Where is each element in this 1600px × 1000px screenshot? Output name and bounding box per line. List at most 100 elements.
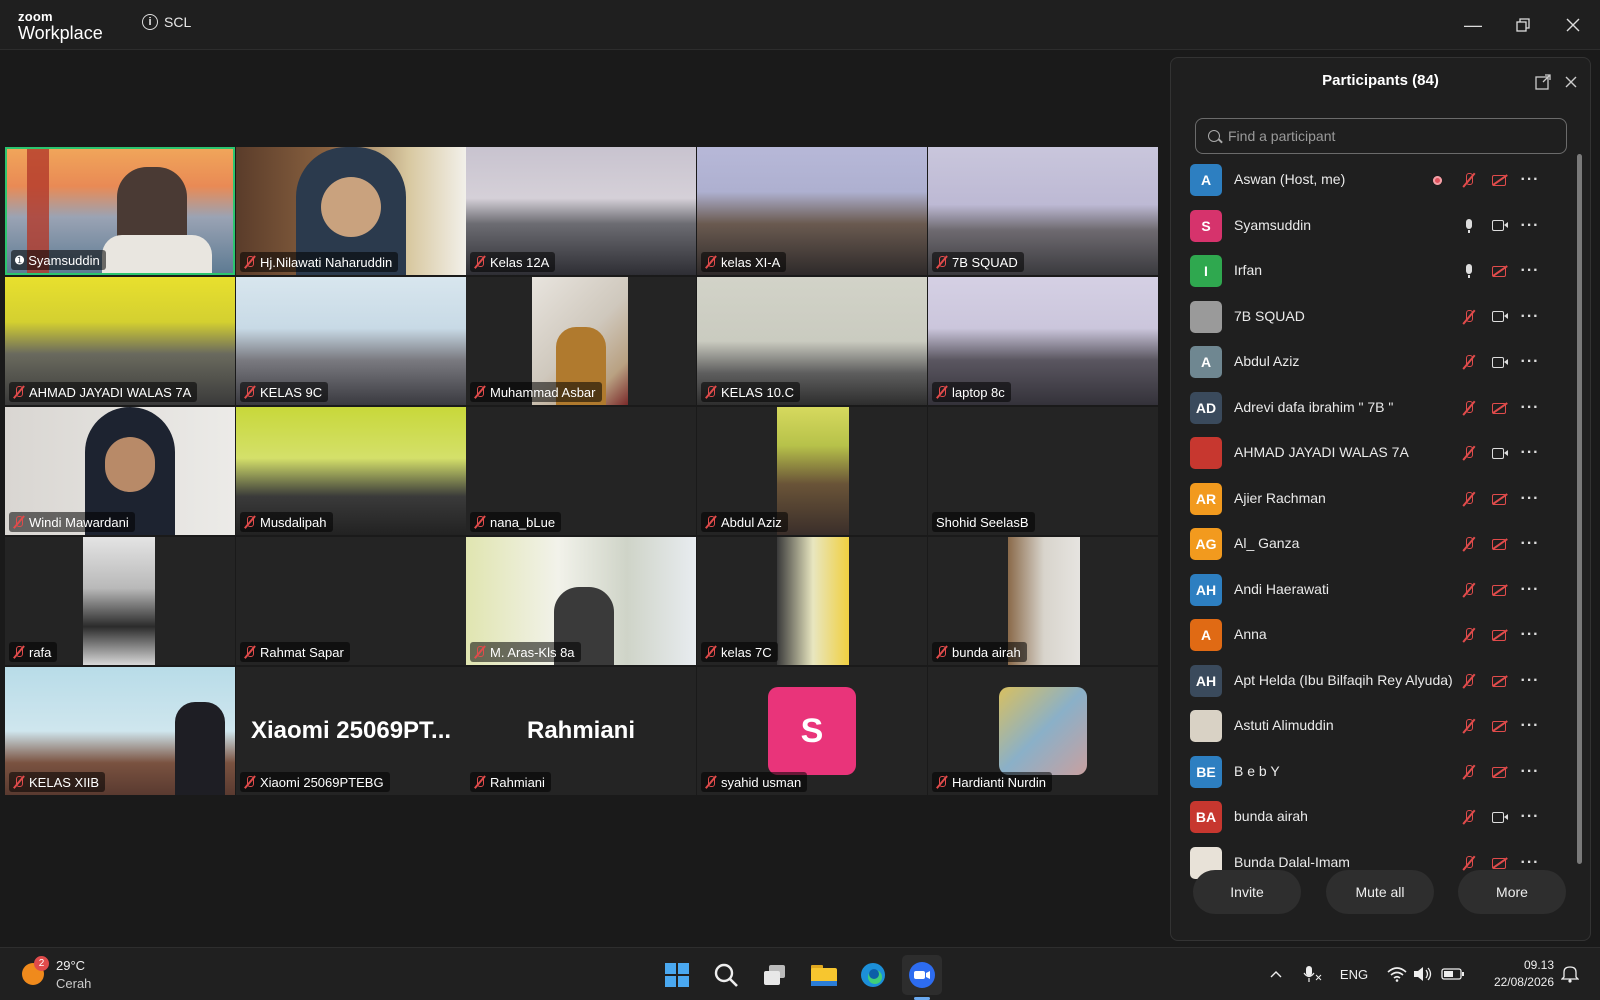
- wifi-icon[interactable]: [1386, 963, 1408, 985]
- video-tile[interactable]: 7B SQUAD: [928, 147, 1158, 275]
- video-tile[interactable]: laptop 8c: [928, 277, 1158, 405]
- mic-off-icon[interactable]: [1459, 716, 1479, 736]
- camera-icon[interactable]: [1490, 216, 1510, 236]
- camera-icon[interactable]: [1490, 443, 1510, 463]
- notifications-icon[interactable]: [1560, 963, 1580, 985]
- more-options-icon[interactable]: ···: [1520, 489, 1540, 509]
- search-input[interactable]: Find a participant: [1195, 118, 1567, 154]
- video-tile[interactable]: AHMAD JAYADI WALAS 7A: [5, 277, 235, 405]
- more-button[interactable]: More: [1458, 870, 1566, 914]
- video-tile[interactable]: Hj.Nilawati Naharuddin: [236, 147, 466, 275]
- camera-off-icon[interactable]: [1490, 716, 1510, 736]
- more-options-icon[interactable]: ···: [1520, 170, 1540, 190]
- chevron-up-icon[interactable]: [1268, 963, 1284, 985]
- mic-off-icon[interactable]: [1459, 398, 1479, 418]
- mic-off-icon[interactable]: [1459, 170, 1479, 190]
- video-tile[interactable]: Hardianti Nurdin: [928, 667, 1158, 795]
- more-options-icon[interactable]: ···: [1520, 762, 1540, 782]
- camera-off-icon[interactable]: [1490, 625, 1510, 645]
- video-tile[interactable]: Windi Mawardani: [5, 407, 235, 535]
- popout-icon[interactable]: [1533, 72, 1553, 92]
- mic-off-icon[interactable]: [1459, 625, 1479, 645]
- camera-off-icon[interactable]: [1490, 580, 1510, 600]
- video-tile[interactable]: Xiaomi 25069PT... Xiaomi 25069PTEBG: [236, 667, 466, 795]
- more-options-icon[interactable]: ···: [1520, 398, 1540, 418]
- camera-off-icon[interactable]: [1490, 398, 1510, 418]
- mic-off-icon[interactable]: [1459, 534, 1479, 554]
- task-view-icon[interactable]: [755, 955, 795, 995]
- video-tile[interactable]: Abdul Aziz: [697, 407, 927, 535]
- participant-row[interactable]: AD Adrevi dafa ibrahim " 7B " ···: [1171, 386, 1571, 431]
- video-tile[interactable]: Kelas 12A: [466, 147, 696, 275]
- participant-row[interactable]: BA bunda airah ···: [1171, 795, 1571, 840]
- participant-row[interactable]: S Syamsuddin ···: [1171, 204, 1571, 249]
- meeting-info[interactable]: i SCL: [142, 14, 191, 30]
- start-icon[interactable]: [657, 955, 697, 995]
- more-options-icon[interactable]: ···: [1520, 261, 1540, 281]
- participant-row[interactable]: AHMAD JAYADI WALAS 7A ···: [1171, 431, 1571, 476]
- video-tile[interactable]: Rahmat Sapar: [236, 537, 466, 665]
- edge-icon[interactable]: [853, 955, 893, 995]
- more-options-icon[interactable]: ···: [1520, 216, 1540, 236]
- participant-row[interactable]: AH Andi Haerawati ···: [1171, 568, 1571, 613]
- camera-off-icon[interactable]: [1490, 261, 1510, 281]
- battery-icon[interactable]: [1440, 963, 1466, 985]
- video-tile[interactable]: KELAS 9C: [236, 277, 466, 405]
- scrollbar[interactable]: [1577, 154, 1582, 864]
- mic-off-icon[interactable]: [1459, 352, 1479, 372]
- mic-icon[interactable]: [1459, 261, 1479, 281]
- video-tile[interactable]: kelas XI-A: [697, 147, 927, 275]
- participant-row[interactable]: A Anna ···: [1171, 613, 1571, 658]
- mic-off-icon[interactable]: [1459, 580, 1479, 600]
- camera-off-icon[interactable]: [1490, 170, 1510, 190]
- camera-off-icon[interactable]: [1490, 489, 1510, 509]
- mic-off-icon[interactable]: [1459, 443, 1479, 463]
- mic-off-icon[interactable]: [1459, 762, 1479, 782]
- mic-off-icon[interactable]: [1459, 671, 1479, 691]
- camera-off-icon[interactable]: [1490, 671, 1510, 691]
- volume-icon[interactable]: [1412, 963, 1434, 985]
- video-tile[interactable]: S syahid usman: [697, 667, 927, 795]
- camera-icon[interactable]: [1490, 807, 1510, 827]
- clock[interactable]: 09.13 22/08/2026: [1494, 957, 1554, 991]
- participant-row[interactable]: Astuti Alimuddin ···: [1171, 704, 1571, 749]
- more-options-icon[interactable]: ···: [1520, 716, 1540, 736]
- search-taskbar-icon[interactable]: [706, 955, 746, 995]
- mute-all-button[interactable]: Mute all: [1326, 870, 1434, 914]
- participant-row[interactable]: 7B SQUAD ···: [1171, 295, 1571, 340]
- camera-icon[interactable]: [1490, 352, 1510, 372]
- mic-tray-icon[interactable]: [1300, 963, 1324, 985]
- camera-icon[interactable]: [1490, 307, 1510, 327]
- participant-row[interactable]: AR Ajier Rachman ···: [1171, 477, 1571, 522]
- camera-off-icon[interactable]: [1490, 762, 1510, 782]
- zoom-taskbar-icon[interactable]: [902, 955, 942, 995]
- close-window-button[interactable]: [1548, 0, 1598, 50]
- more-options-icon[interactable]: ···: [1520, 807, 1540, 827]
- participant-row[interactable]: AH Apt Helda (Ibu Bilfaqih Rey Alyuda) ···: [1171, 659, 1571, 704]
- mic-off-icon[interactable]: [1459, 489, 1479, 509]
- participant-row[interactable]: A Aswan (Host, me) ···: [1171, 158, 1571, 203]
- close-panel-icon[interactable]: [1561, 72, 1581, 92]
- participant-row[interactable]: AG Al_ Ganza ···: [1171, 522, 1571, 567]
- video-tile[interactable]: bunda airah: [928, 537, 1158, 665]
- invite-button[interactable]: Invite: [1193, 870, 1301, 914]
- more-options-icon[interactable]: ···: [1520, 443, 1540, 463]
- participant-row[interactable]: BE B e b Y ···: [1171, 750, 1571, 795]
- video-tile[interactable]: Rahmiani Rahmiani: [466, 667, 696, 795]
- video-tile[interactable]: KELAS 10.C: [697, 277, 927, 405]
- video-tile[interactable]: M. Aras-Kls 8a: [466, 537, 696, 665]
- video-tile[interactable]: ➊ Syamsuddin: [5, 147, 235, 275]
- video-tile[interactable]: Muhammad Asbar: [466, 277, 696, 405]
- video-tile[interactable]: Musdalipah: [236, 407, 466, 535]
- minimize-button[interactable]: —: [1448, 0, 1498, 50]
- file-explorer-icon[interactable]: [804, 955, 844, 995]
- mic-icon[interactable]: [1459, 216, 1479, 236]
- more-options-icon[interactable]: ···: [1520, 307, 1540, 327]
- more-options-icon[interactable]: ···: [1520, 534, 1540, 554]
- video-tile[interactable]: rafa: [5, 537, 235, 665]
- participant-row[interactable]: I Irfan ···: [1171, 249, 1571, 294]
- more-options-icon[interactable]: ···: [1520, 671, 1540, 691]
- more-options-icon[interactable]: ···: [1520, 625, 1540, 645]
- language-indicator[interactable]: ENG: [1336, 963, 1372, 985]
- mic-off-icon[interactable]: [1459, 307, 1479, 327]
